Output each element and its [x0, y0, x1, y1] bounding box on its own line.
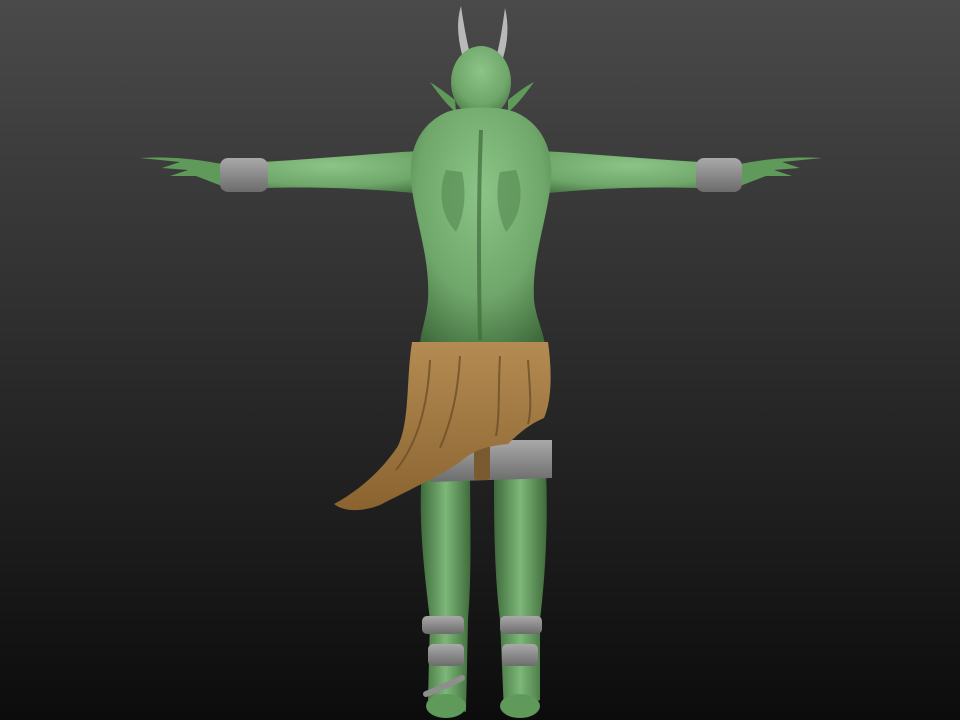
right-wrist-wrap	[696, 158, 742, 192]
left-foot	[426, 694, 466, 718]
left-wrist-wrap	[220, 158, 268, 192]
viewport-canvas	[0, 0, 960, 720]
sculpt-viewport[interactable]	[0, 0, 960, 720]
head	[451, 46, 511, 118]
left-ankle-wrap-lower	[428, 644, 464, 666]
right-ankle-wrap-lower	[502, 644, 538, 666]
right-foot	[500, 694, 540, 718]
right-ankle-wrap-upper	[500, 616, 542, 634]
left-ankle-wrap-upper	[422, 616, 464, 634]
spine-shadow	[476, 129, 483, 341]
